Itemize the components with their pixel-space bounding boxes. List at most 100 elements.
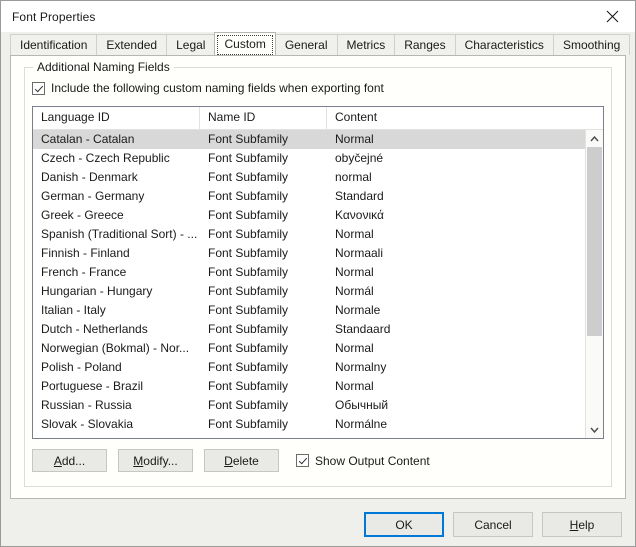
group-legend: Additional Naming Fields — [33, 60, 174, 74]
table-row[interactable]: Greek - Greece Font Subfamily Κανονικά — [33, 206, 585, 225]
cell-content: Normal — [335, 341, 374, 355]
cell-name-id: Font Subfamily — [208, 132, 289, 146]
cell-content: Normálne — [335, 417, 388, 431]
cancel-button[interactable]: Cancel — [453, 512, 533, 537]
tab-label: Smoothing — [562, 38, 621, 52]
scroll-up-button[interactable] — [586, 130, 603, 147]
cell-language-id: Norwegian (Bokmal) - Nor... — [41, 341, 190, 355]
tab-identification[interactable]: Identification — [10, 34, 98, 55]
tab-metrics[interactable]: Metrics — [336, 34, 396, 55]
tab-legal[interactable]: Legal — [166, 34, 216, 55]
table-row[interactable]: Norwegian (Bokmal) - Nor... Font Subfamil… — [33, 339, 585, 358]
list-action-buttons: Add... Modify... Delete Show Output Cont… — [32, 449, 604, 472]
cell-content: normal — [335, 170, 372, 184]
cell-language-id: French - France — [41, 265, 127, 279]
font-properties-dialog: Font Properties Identification Extended … — [0, 0, 636, 547]
cell-content: Normal — [335, 132, 374, 146]
header-scrollbar-spacer — [586, 107, 603, 129]
modify-button[interactable]: Modify... — [118, 449, 193, 472]
ok-button[interactable]: OK — [364, 512, 444, 537]
cell-content: Normaali — [335, 246, 384, 260]
add-button[interactable]: Add... — [32, 449, 107, 472]
table-row[interactable]: Hungarian - Hungary Font Subfamily Normál — [33, 282, 585, 301]
tab-label: Identification — [20, 38, 88, 52]
cell-content: Normal — [335, 379, 374, 393]
cell-content: Normale — [335, 303, 381, 317]
additional-naming-fields-group: Additional Naming Fields Include the fol… — [24, 60, 612, 487]
table-row[interactable]: Italian - Italy Font Subfamily Normale — [33, 301, 585, 320]
checkbox-icon — [296, 454, 309, 467]
cell-name-id: Font Subfamily — [208, 208, 289, 222]
cell-name-id: Font Subfamily — [208, 246, 289, 260]
cell-language-id: Danish - Denmark — [41, 170, 138, 184]
tab-smoothing[interactable]: Smoothing — [552, 34, 631, 55]
cell-language-id: German - Germany — [41, 189, 145, 203]
footer-buttons: OK Cancel Help — [355, 512, 622, 537]
close-button[interactable] — [590, 1, 635, 31]
table-row[interactable]: Russian - Russia Font Subfamily Обычный — [33, 396, 585, 415]
cell-language-id: Spanish (Traditional Sort) - ... — [41, 227, 198, 241]
cell-language-id: Portuguese - Brazil — [41, 379, 144, 393]
add-button-accel: A — [53, 453, 62, 468]
scrollbar-track[interactable] — [586, 147, 603, 421]
cell-name-id: Font Subfamily — [208, 227, 289, 241]
table-row[interactable]: Finnish - Finland Font Subfamily Normaali — [33, 244, 585, 263]
cell-content: Normal — [335, 265, 374, 279]
include-naming-fields-checkbox[interactable]: Include the following custom naming fiel… — [32, 81, 384, 95]
cell-name-id: Font Subfamily — [208, 398, 289, 412]
show-output-content-checkbox[interactable]: Show Output Content — [296, 454, 430, 468]
table-row[interactable]: Portuguese - Brazil Font Subfamily Normal — [33, 377, 585, 396]
table-row[interactable]: Polish - Poland Font Subfamily Normalny — [33, 358, 585, 377]
tab-label: Legal — [176, 38, 206, 52]
tab-general[interactable]: General — [274, 34, 338, 55]
cell-content: Standaard — [335, 322, 391, 336]
list-area: Catalan - Catalan Font Subfamily Normal Cze… — [33, 130, 603, 438]
cell-language-id: Italian - Italy — [41, 303, 106, 317]
tab-ranges[interactable]: Ranges — [394, 34, 456, 55]
help-button-label: elp — [578, 517, 595, 532]
cell-content: Κανονικά — [335, 208, 384, 222]
tab-label: Extended — [106, 38, 158, 52]
tab-custom[interactable]: Custom — [214, 32, 276, 55]
column-header-language-id[interactable]: Language ID — [33, 107, 200, 129]
include-naming-fields-label: Include the following custom naming fiel… — [51, 81, 384, 95]
tab-label: Ranges — [404, 38, 446, 52]
column-header-content[interactable]: Content — [327, 107, 586, 129]
cell-name-id: Font Subfamily — [208, 360, 289, 374]
cell-name-id: Font Subfamily — [208, 379, 289, 393]
vertical-scrollbar[interactable] — [585, 130, 603, 438]
cell-language-id: Czech - Czech Republic — [41, 151, 170, 165]
table-row[interactable]: French - France Font Subfamily Normal — [33, 263, 585, 282]
help-button[interactable]: Help — [542, 512, 622, 537]
checkbox-icon — [32, 81, 45, 95]
show-output-content-label: Show Output Content — [315, 453, 430, 468]
delete-button[interactable]: Delete — [204, 449, 279, 472]
table-row[interactable]: Danish - Denmark Font Subfamily normal — [33, 168, 585, 187]
cell-language-id: Finnish - Finland — [41, 246, 130, 260]
close-icon — [606, 10, 619, 22]
cell-name-id: Font Subfamily — [208, 341, 289, 355]
naming-fields-list[interactable]: Language ID Name ID Content Catalan - Ca… — [32, 106, 604, 439]
table-row[interactable]: Dutch - Netherlands Font Subfamily Standaa… — [33, 320, 585, 339]
list-header: Language ID Name ID Content — [33, 107, 603, 130]
tab-label: Custom — [224, 37, 266, 51]
table-row[interactable]: Czech - Czech Republic Font Subfamily obyč… — [33, 149, 585, 168]
column-header-name-id[interactable]: Name ID — [200, 107, 327, 129]
cell-content: Обычный — [335, 398, 389, 412]
table-row[interactable]: German - Germany Font Subfamily Standard — [33, 187, 585, 206]
tab-label: Metrics — [346, 38, 386, 52]
table-row[interactable]: Spanish (Traditional Sort) - ... Font Sub… — [33, 225, 585, 244]
scroll-down-button[interactable] — [586, 421, 603, 438]
table-row[interactable]: Slovak - Slovakia Font Subfamily Normálne — [33, 415, 585, 434]
cell-language-id: Hungarian - Hungary — [41, 284, 153, 298]
delete-button-accel: D — [224, 453, 233, 468]
tab-characteristics[interactable]: Characteristics — [454, 34, 554, 55]
delete-button-label: elete — [232, 453, 259, 468]
scrollbar-thumb[interactable] — [587, 147, 602, 337]
table-row[interactable]: Catalan - Catalan Font Subfamily Normal — [33, 130, 585, 149]
cell-name-id: Font Subfamily — [208, 189, 289, 203]
cell-language-id: Greek - Greece — [41, 208, 124, 222]
modify-button-label: odify... — [143, 453, 178, 468]
cell-content: Normál — [335, 284, 374, 298]
tab-extended[interactable]: Extended — [96, 34, 168, 55]
